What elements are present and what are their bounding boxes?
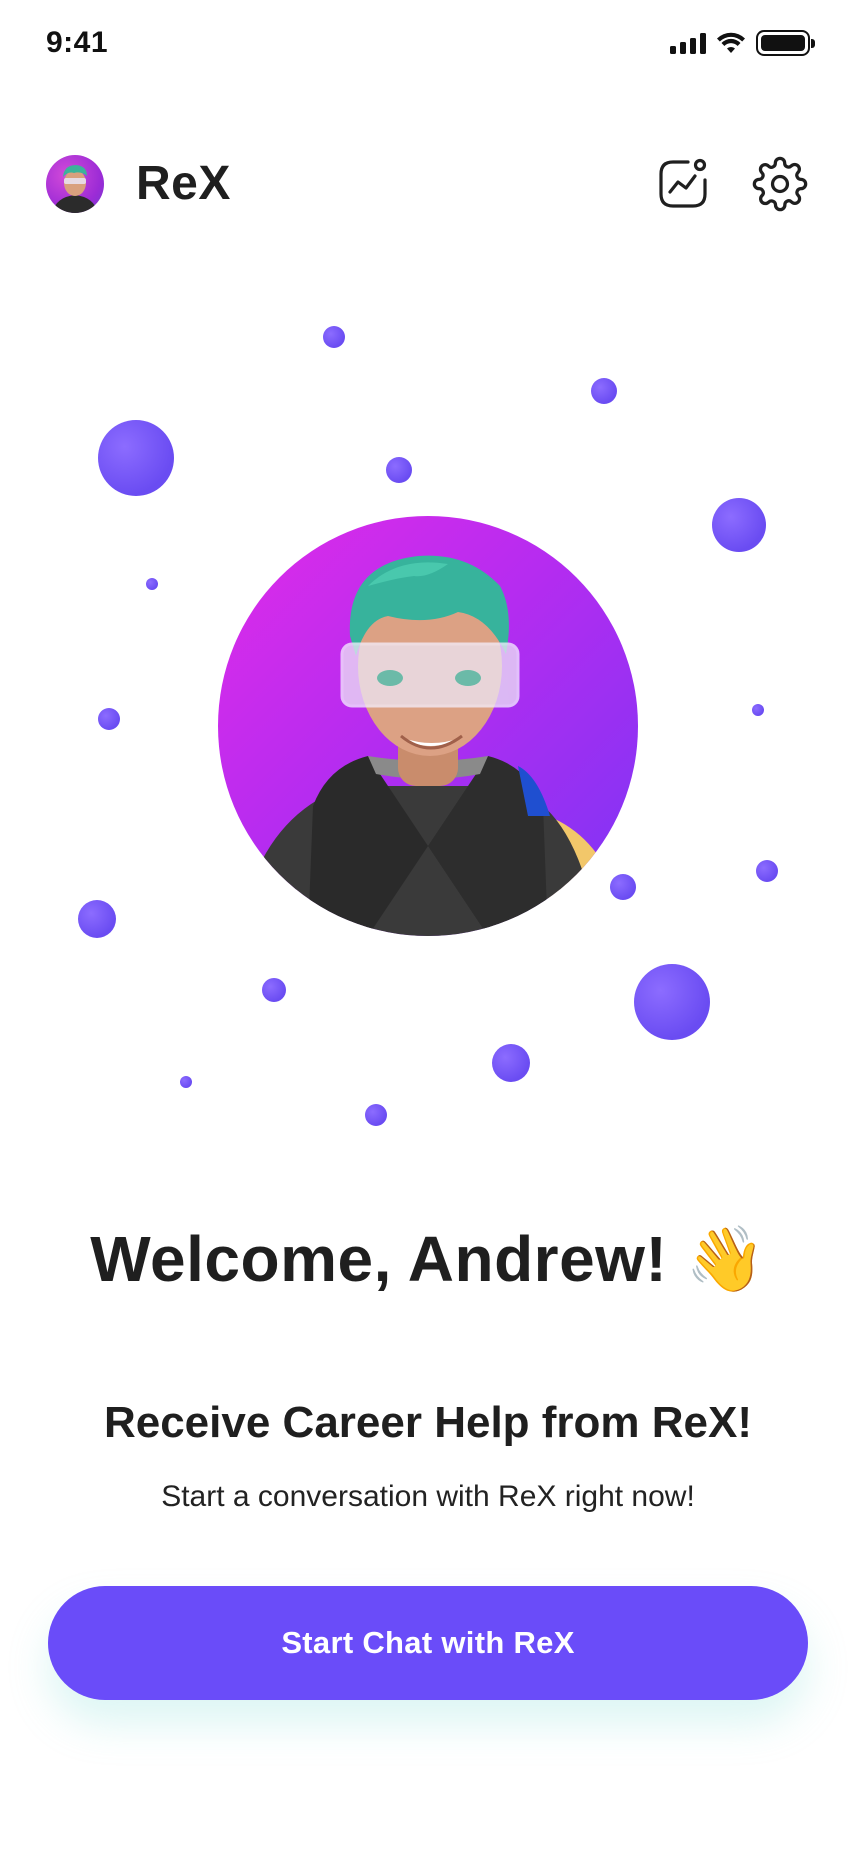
decorative-dot: [610, 874, 636, 900]
status-icons: [670, 30, 815, 56]
decorative-dot: [634, 964, 710, 1040]
settings-button[interactable]: [752, 156, 808, 212]
welcome-heading: Welcome, Andrew! 👋: [90, 1223, 766, 1295]
decorative-dot: [98, 708, 120, 730]
decorative-dot: [756, 860, 778, 882]
decorative-dot: [386, 457, 412, 483]
status-time: 9:41: [46, 26, 109, 59]
battery-icon: [756, 30, 815, 56]
career-help-description: Start a conversation with ReX right now!: [161, 1480, 695, 1513]
decorative-dot: [712, 498, 766, 552]
decorative-dot: [365, 1104, 387, 1126]
wifi-icon: [717, 32, 745, 53]
insights-button[interactable]: [655, 156, 711, 212]
rex-avatar-icon: [52, 165, 98, 213]
rex-avatar-illustration: [238, 555, 618, 936]
app-title: ReX: [136, 157, 231, 210]
decorative-dot: [262, 978, 286, 1002]
decorative-dot: [752, 704, 764, 716]
decorative-dot: [591, 378, 617, 404]
decorative-dot: [146, 578, 158, 590]
decorative-dot: [323, 326, 345, 348]
decorative-dot: [98, 420, 174, 496]
rex-avatar-image: [218, 516, 638, 936]
career-help-heading: Receive Career Help from ReX!: [103, 1398, 753, 1447]
activity-chart-icon: [659, 158, 707, 208]
decorative-dot: [180, 1076, 192, 1088]
avatar[interactable]: [46, 155, 104, 213]
status-bar: 9:41: [0, 0, 856, 90]
decorative-dot: [78, 900, 116, 938]
hero-illustration: [0, 250, 856, 1150]
gear-icon: [752, 156, 808, 212]
cellular-signal-icon: [670, 32, 706, 54]
decorative-dot: [492, 1044, 530, 1082]
app-header: ReX: [0, 150, 856, 220]
start-chat-button[interactable]: Start Chat with ReX: [48, 1586, 808, 1700]
